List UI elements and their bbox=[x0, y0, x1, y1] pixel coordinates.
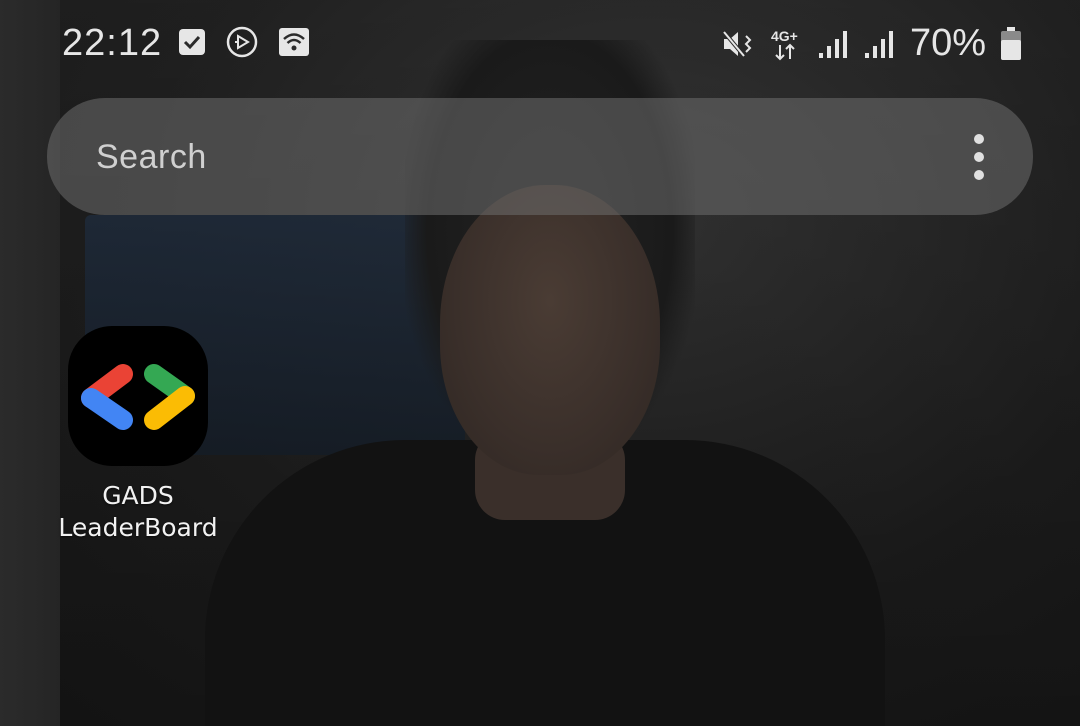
notification-icons bbox=[178, 26, 310, 58]
app-label: GADS LeaderBoard bbox=[58, 481, 218, 542]
more-dot bbox=[974, 134, 984, 144]
logo-blue-stroke bbox=[81, 388, 133, 430]
checkbox-icon bbox=[178, 28, 206, 56]
system-icons: 4G+ 70% bbox=[720, 22, 1022, 65]
network-label: 4G+ bbox=[771, 28, 798, 44]
wifi-box-icon bbox=[278, 27, 310, 57]
wallpaper-person-face bbox=[440, 185, 660, 475]
status-bar[interactable]: 22:12 4G+ 70% bbox=[0, 0, 1080, 88]
wallpaper-wall-frame bbox=[0, 0, 60, 726]
vibrate-icon bbox=[720, 28, 756, 60]
more-dot bbox=[974, 170, 984, 180]
status-time: 22:12 bbox=[62, 22, 163, 64]
app-gads-leaderboard[interactable]: GADS LeaderBoard bbox=[58, 326, 218, 544]
logo-yellow-stroke bbox=[144, 386, 195, 430]
battery-percent: 70% bbox=[909, 22, 986, 64]
more-vert-icon[interactable] bbox=[961, 134, 997, 180]
signal-icon bbox=[864, 29, 896, 59]
battery-icon bbox=[1000, 26, 1022, 61]
search-input[interactable] bbox=[94, 98, 898, 217]
signal-icon bbox=[818, 29, 850, 59]
play-circle-icon bbox=[226, 26, 258, 58]
more-dot bbox=[974, 152, 984, 162]
search-bar[interactable] bbox=[47, 98, 1033, 217]
gads-logo-icon bbox=[68, 326, 208, 466]
4g-plus-icon: 4G+ bbox=[770, 27, 804, 61]
home-screen: 22:12 4G+ 70% Search GADS LeaderBoard bbox=[0, 0, 1080, 726]
